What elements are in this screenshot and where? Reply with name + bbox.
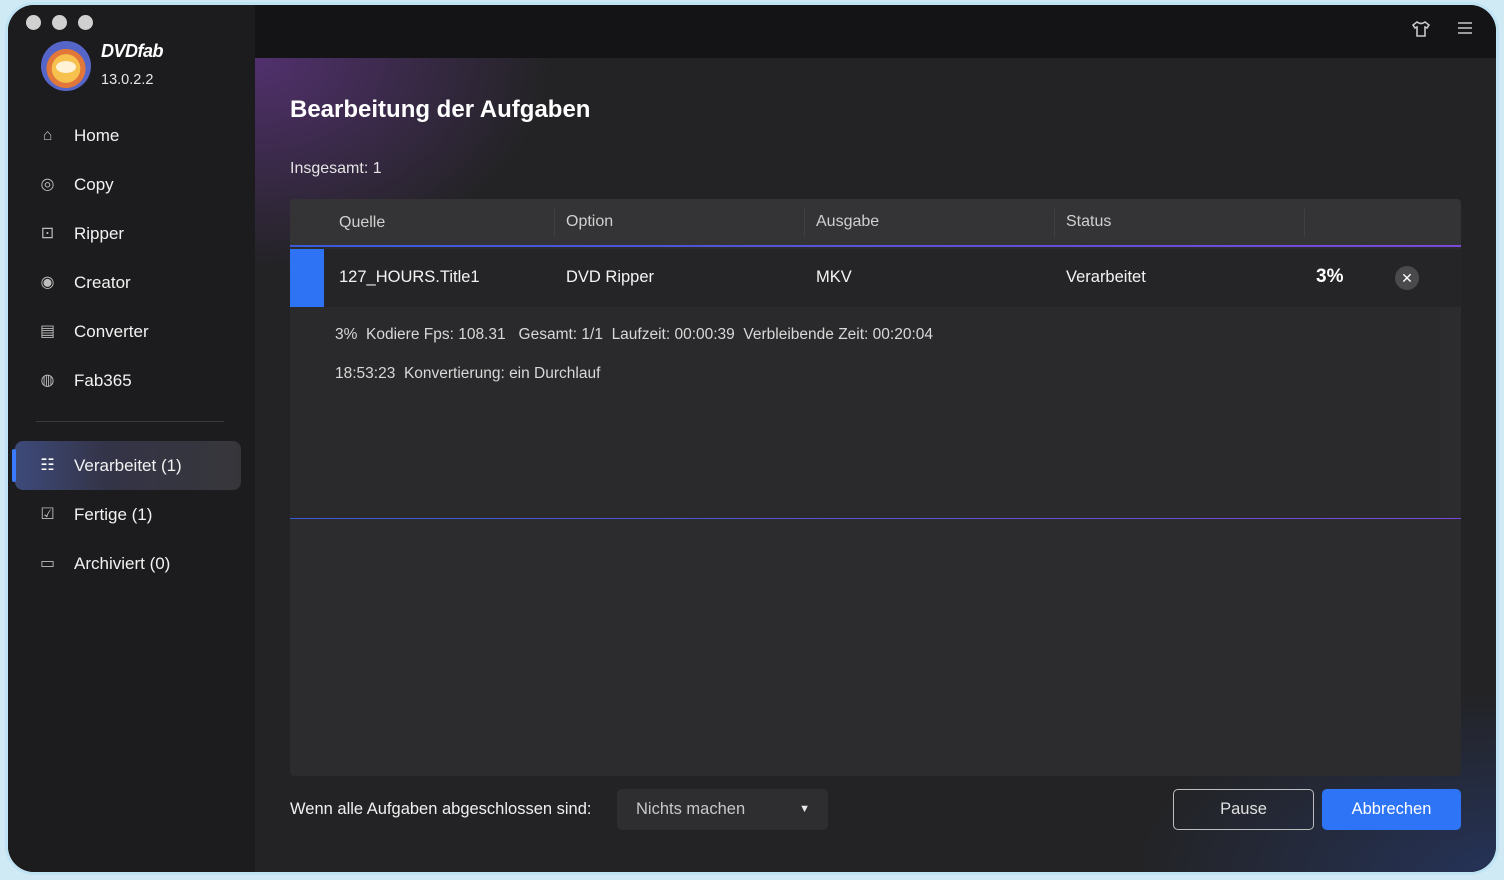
column-header-source: Quelle [339,214,386,231]
sidebar-divider [36,421,224,422]
app-version: 13.0.2.2 [101,72,154,88]
column-separator [1304,209,1305,237]
details-divider [290,518,1461,519]
task-details: 3% Kodiere Fps: 108.31 Gesamt: 1/1 Laufz… [290,307,1440,518]
home-icon: ⌂ [42,127,53,144]
sidebar-item-label: Home [74,125,120,145]
close-window-button[interactable] [26,15,41,30]
sidebar-item-archived[interactable]: ▭ Archiviert (0) [8,539,255,588]
task-log-line: 18:53:23 Konvertierung: ein Durchlauf [335,365,601,382]
task-status: Verarbeitet [1066,268,1146,286]
main-panel: Bearbeitung der Aufgaben Insgesamt: 1 Qu… [255,58,1496,872]
cancel-button[interactable]: Abbrechen [1322,789,1461,830]
sidebar-item-label: Archiviert (0) [74,553,171,573]
sidebar-item-label: Ripper [74,223,125,243]
processing-list-icon: ☷ [40,457,55,474]
column-header-status: Status [1066,213,1112,230]
shirt-icon[interactable] [1411,20,1431,43]
sidebar-item-fab365[interactable]: ◍ Fab365 [8,356,255,405]
main-nav: ⌂ Home ◎ Copy ⊡ Ripper ◉ Creator ▤ Conve… [8,111,255,405]
column-separator [1054,209,1055,237]
sidebar-item-home[interactable]: ⌂ Home [8,111,255,160]
sidebar-item-processing[interactable]: ☷ Verarbeitet (1) [12,441,241,490]
sidebar-item-label: Copy [74,174,114,194]
window-controls [26,15,93,30]
column-separator [554,209,555,237]
sidebar-item-finished[interactable]: ☑ Fertige (1) [8,490,255,539]
sidebar-item-label: Fertige (1) [74,504,153,524]
sidebar-item-label: Fab365 [74,370,132,390]
remove-task-button[interactable]: ✕ [1395,266,1419,290]
page-title: Bearbeitung der Aufgaben [290,96,591,123]
pause-button[interactable]: Pause [1173,789,1314,830]
column-header-option: Option [566,213,614,230]
sidebar-item-creator[interactable]: ◉ Creator [8,258,255,307]
after-completion-select[interactable]: Nichts machen ▼ [617,789,828,830]
after-completion-label: Wenn alle Aufgaben abgeschlossen sind: [290,800,592,818]
chevron-down-icon: ▼ [799,803,810,815]
task-progress-percent: 3% [1316,266,1344,287]
column-header-output: Ausgabe [816,213,880,230]
sidebar-item-copy[interactable]: ◎ Copy [8,160,255,209]
finished-icon: ☑ [40,506,55,523]
zoom-window-button[interactable] [78,15,93,30]
sidebar: DVDfab 13.0.2.2 ⌂ Home ◎ Copy ⊡ Ripper ◉… [8,5,255,872]
sidebar-item-label: Verarbeitet (1) [74,455,182,475]
converter-icon: ▤ [39,323,56,340]
archive-icon: ▭ [39,555,56,572]
task-source: 127_HOURS.Title1 [339,268,480,286]
column-separator [804,209,805,237]
fab365-icon: ◍ [40,372,55,389]
table-header: Quelle Option Ausgabe Status [290,199,1461,247]
menu-icon[interactable] [1455,20,1475,41]
task-table: Quelle Option Ausgabe Status 127_HOURS.T… [290,199,1461,776]
creator-icon: ◉ [40,274,55,291]
dvdfab-logo [41,41,91,91]
brand-name: DVDfab [101,41,164,61]
minimize-window-button[interactable] [52,15,67,30]
table-row[interactable]: 127_HOURS.Title1 DVD Ripper MKV Verarbei… [290,249,1461,307]
task-progress-line: 3% Kodiere Fps: 108.31 Gesamt: 1/1 Laufz… [335,326,933,343]
task-output: MKV [816,268,852,286]
queue-nav: ☷ Verarbeitet (1) ☑ Fertige (1) ▭ Archiv… [8,441,255,588]
sidebar-item-converter[interactable]: ▤ Converter [8,307,255,356]
ripper-icon: ⊡ [40,225,55,242]
sidebar-item-ripper[interactable]: ⊡ Ripper [8,209,255,258]
copy-icon: ◎ [40,176,55,193]
app-window: DVDfab 13.0.2.2 ⌂ Home ◎ Copy ⊡ Ripper ◉… [8,5,1496,872]
sidebar-item-label: Converter [74,321,149,341]
sidebar-item-label: Creator [74,272,131,292]
task-option: DVD Ripper [566,268,655,286]
task-total: Insgesamt: 1 [290,160,382,177]
row-selection-indicator [290,249,324,307]
select-value: Nichts machen [636,800,746,818]
top-bar [255,5,1496,58]
